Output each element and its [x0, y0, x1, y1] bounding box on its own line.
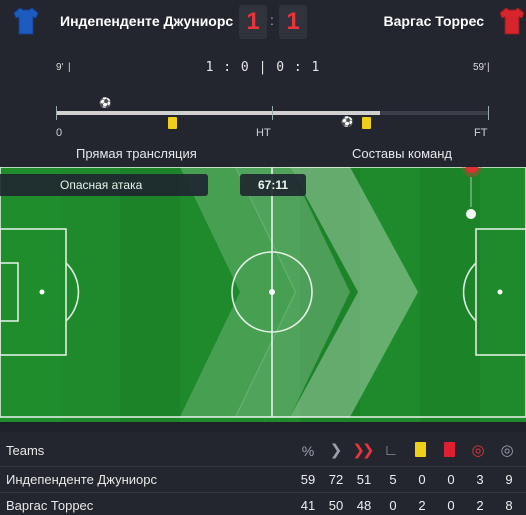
stat-cell: 50: [328, 498, 344, 513]
stat-cell: 0: [418, 472, 426, 487]
stat-cell: 48: [356, 498, 372, 513]
red-card-icon: [439, 442, 459, 460]
match-timeline: 9' | 1 : 0 | 0 : 1 59' | ⚽ ⚽ 0 HT FT Пря…: [0, 44, 526, 167]
stats-header-row: Teams % ❯ ❯❯ ∟ ◎ ◎: [0, 438, 526, 464]
right-event-minute: 59': [473, 62, 487, 73]
target-icon: ◎: [471, 442, 485, 459]
goal-ball-icon[interactable]: ⚽: [341, 117, 353, 128]
yellow-card-icon[interactable]: [168, 117, 177, 129]
tab-live[interactable]: Прямая трансляция: [76, 146, 197, 161]
stat-cell: 0: [389, 498, 397, 513]
stat-cell: 2: [476, 498, 484, 513]
stat-cell: 51: [356, 472, 372, 487]
right-event-divider: |: [487, 62, 490, 73]
timeline-tick-start: [56, 106, 57, 120]
timeline-progress: [56, 111, 380, 115]
away-score: 1: [279, 5, 307, 39]
home-team-name[interactable]: Индепенденте Джуниорс: [60, 13, 233, 29]
stat-cell: 0: [447, 498, 455, 513]
stat-cell: 5: [389, 472, 397, 487]
timeline-ht-label: HT: [256, 127, 271, 139]
pitch-visualization: Опасная атака 67:11: [0, 167, 526, 422]
event-label: Опасная атака: [0, 174, 208, 196]
match-header: Индепенденте Джуниорс 1 : 1 Варгас Торре…: [0, 0, 526, 44]
stats-row-away: Варгас Торрес 41 50 48 0 2 0 2 8: [0, 492, 526, 515]
stat-cell: 3: [476, 472, 484, 487]
pitch-field: [0, 167, 526, 422]
period-score: 1 : 0 | 0 : 1: [205, 60, 321, 75]
timeline-tick-ht: [272, 106, 273, 120]
stats-table: Teams % ❯ ❯❯ ∟ ◎ ◎ Индепенденте Джуниорс…: [0, 432, 526, 515]
yellow-card-icon: [410, 442, 430, 460]
yellow-card-icon[interactable]: [362, 117, 371, 129]
timeline-start-label: 0: [56, 127, 63, 139]
home-jersey-icon: [13, 7, 39, 35]
corner-icon: ∟: [383, 442, 399, 459]
stat-cell: 59: [300, 472, 316, 487]
timeline-tick-ft: [488, 106, 489, 120]
away-team-name[interactable]: Варгас Торрес: [384, 13, 484, 29]
stats-team-name: Варгас Торрес: [6, 498, 94, 513]
tab-lineups[interactable]: Составы команд: [352, 146, 452, 161]
stat-cell: 41: [300, 498, 316, 513]
chevron-right-icon: ❯: [329, 442, 343, 459]
stat-cell: 9: [505, 472, 513, 487]
percent-icon: %: [301, 443, 315, 459]
match-clock: 67:11: [240, 174, 306, 196]
goal-ball-icon[interactable]: ⚽: [99, 98, 111, 109]
home-score: 1: [239, 5, 267, 39]
stats-header-label: Teams: [6, 443, 45, 458]
stats-row-home: Индепенденте Джуниорс 59 72 51 5 0 0 3 9: [0, 466, 526, 492]
stat-cell: 8: [505, 498, 513, 513]
stats-team-name: Индепенденте Джуниорс: [6, 472, 157, 487]
off-target-icon: ◎: [500, 442, 514, 459]
double-chevron-icon: ❯❯: [352, 442, 374, 459]
timeline-ft-label: FT: [474, 127, 488, 139]
score-separator: :: [270, 12, 274, 28]
stat-cell: 2: [418, 498, 426, 513]
stat-cell: 72: [328, 472, 344, 487]
stat-cell: 0: [447, 472, 455, 487]
away-jersey-icon: [499, 7, 525, 35]
